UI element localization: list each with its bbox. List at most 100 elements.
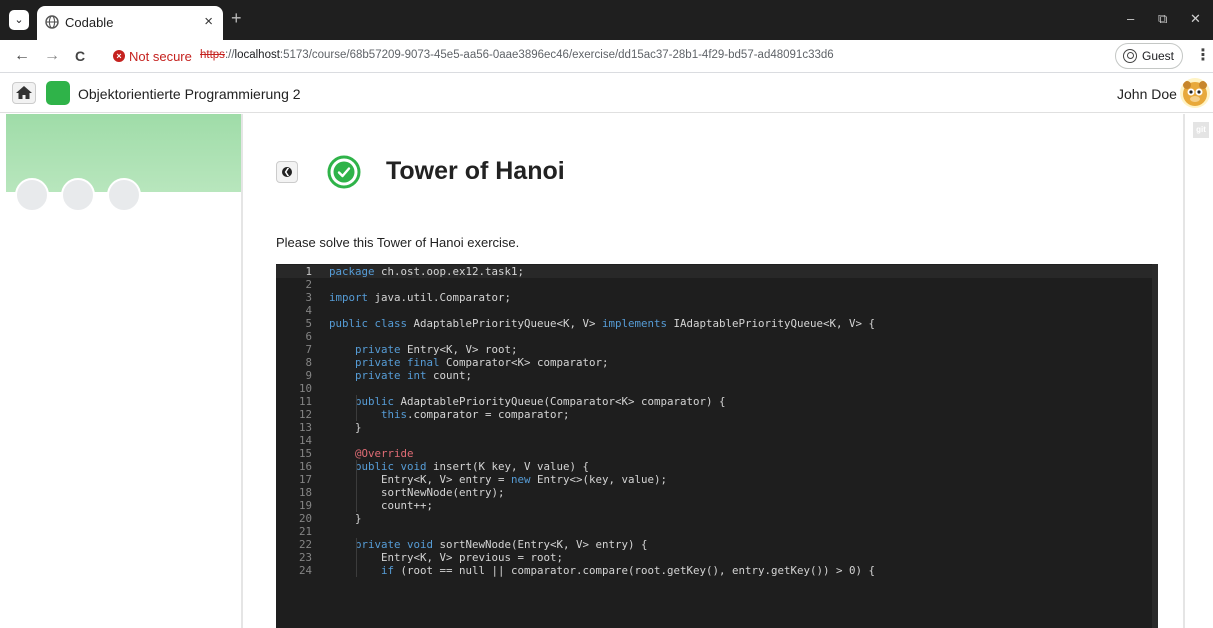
url-scheme: https (200, 49, 225, 61)
code-line[interactable]: 8 private final Comparator<K> comparator… (276, 356, 1152, 369)
line-number: 10 (298, 382, 312, 395)
url-separator: :// (224, 49, 235, 61)
line-number: 22 (298, 538, 312, 551)
code-line[interactable]: 15 @Override (276, 447, 1152, 460)
profile-label: Guest (1142, 49, 1175, 63)
code-text: private void sortNewNode(Entry<K, V> ent… (355, 538, 648, 551)
line-number: 23 (298, 551, 312, 564)
line-number: 6 (305, 330, 312, 343)
code-line[interactable]: 14 (276, 434, 1152, 447)
line-number: 13 (298, 421, 312, 434)
tab-close-icon[interactable]: × (204, 13, 213, 31)
sidebar-placeholder-avatar (15, 178, 49, 212)
line-number: 11 (298, 395, 312, 408)
restore-icon[interactable]: ⧉ (1158, 11, 1167, 27)
line-number: 21 (298, 525, 312, 538)
new-tab-button[interactable]: + (231, 8, 242, 28)
person-icon (1123, 49, 1137, 63)
code-text: private final Comparator<K> comparator; (355, 356, 609, 369)
line-number: 2 (305, 278, 312, 291)
line-number: 18 (298, 486, 312, 499)
forward-arrow-icon[interactable]: → (44, 47, 60, 65)
browser-menu-icon[interactable]: ⋮ (1195, 47, 1211, 65)
code-line[interactable]: 23 Entry<K, V> previous = root; (276, 551, 1152, 564)
code-text: count++; (329, 499, 434, 512)
editor-scrollbar[interactable] (1152, 264, 1158, 628)
avatar-image (1183, 81, 1207, 106)
line-number: 19 (298, 499, 312, 512)
code-line[interactable]: 18 sortNewNode(entry); (276, 486, 1152, 499)
code-line[interactable]: 7 private Entry<K, V> root; (276, 343, 1152, 356)
profile-button[interactable]: Guest (1115, 43, 1183, 69)
line-number: 14 (298, 434, 312, 447)
back-button[interactable]: ❮ (276, 161, 298, 183)
code-line[interactable]: 3 import java.util.Comparator; (276, 291, 1152, 304)
line-number: 8 (305, 356, 312, 369)
avatar[interactable] (1180, 78, 1210, 108)
line-number: 17 (298, 473, 312, 486)
browser-tab-strip: ⌄ Codable × + – ⧉ ✕ (0, 0, 1213, 40)
code-text: package ch.ost.oop.ex12.task1; (329, 265, 525, 278)
browser-tab[interactable]: Codable × (37, 6, 223, 40)
code-text: import java.util.Comparator; (329, 291, 512, 304)
code-line[interactable]: 22 private void sortNewNode(Entry<K, V> … (276, 538, 1152, 551)
browser-toolbar: ← → C × Not secure https://localhost:517… (0, 40, 1213, 73)
code-line[interactable]: 2 (276, 278, 1152, 291)
code-line[interactable]: 9 private int count; (276, 369, 1152, 382)
app-header: Objektorientierte Programmierung 2 John … (0, 74, 1213, 113)
close-window-icon[interactable]: ✕ (1190, 11, 1201, 27)
line-number: 16 (298, 460, 312, 473)
line-number: 7 (305, 343, 312, 356)
code-line[interactable]: 16 public void insert(K key, V value) { (276, 460, 1152, 473)
code-text: public void insert(K key, V value) { (355, 460, 590, 473)
indent-guide (356, 538, 357, 577)
exercise-title: Tower of Hanoi (386, 157, 565, 185)
code-line[interactable]: 6 (276, 330, 1152, 343)
home-button[interactable] (12, 82, 36, 104)
course-title[interactable]: Objektorientierte Programmierung 2 (78, 86, 301, 102)
home-icon (16, 86, 32, 99)
code-line[interactable]: 10 (276, 382, 1152, 395)
code-text: private Entry<K, V> root; (355, 343, 518, 356)
code-line[interactable]: 11 public AdaptablePriorityQueue(Compara… (276, 395, 1152, 408)
not-secure-icon[interactable]: × (113, 50, 125, 62)
line-number: 9 (305, 369, 312, 382)
code-line[interactable]: 21 (276, 525, 1152, 538)
back-arrow-icon[interactable]: ← (14, 47, 30, 65)
code-line[interactable]: 13 } (276, 421, 1152, 434)
line-number: 5 (305, 317, 312, 330)
code-line[interactable]: 12 this.comparator = comparator; (276, 408, 1152, 421)
code-text: private int count; (355, 369, 473, 382)
line-number: 4 (305, 304, 312, 317)
minimize-icon[interactable]: – (1127, 11, 1134, 27)
exercise-description: Please solve this Tower of Hanoi exercis… (276, 235, 520, 250)
reload-icon[interactable]: C (75, 47, 85, 65)
sidebar-placeholder-avatar (107, 178, 141, 212)
url-path: :5173/course/68b57209-9073-45e5-aa56-0aa… (279, 49, 834, 61)
code-line[interactable]: 4 (276, 304, 1152, 317)
user-name[interactable]: John Doe (1117, 86, 1177, 102)
security-status[interactable]: Not secure (129, 49, 192, 64)
code-text: Entry<K, V> previous = root; (329, 551, 564, 564)
code-line[interactable]: 5 public class AdaptablePriorityQueue<K, … (276, 317, 1152, 330)
sidebar-placeholder-avatar (61, 178, 95, 212)
globe-icon (45, 15, 59, 29)
tab-search-button[interactable]: ⌄ (9, 10, 29, 30)
line-number: 20 (298, 512, 312, 525)
code-editor[interactable]: 1 package ch.ost.oop.ex12.task1; 2 3 import … (276, 264, 1158, 628)
code-text: } (329, 421, 362, 434)
chevron-left-icon: ❮ (282, 167, 292, 177)
code-line[interactable]: 17 Entry<K, V> entry = new Entry<>(key, … (276, 473, 1152, 486)
course-logo[interactable] (46, 81, 70, 105)
code-line[interactable]: 20 } (276, 512, 1152, 525)
code-text: @Override (355, 447, 414, 460)
code-line[interactable]: 19 count++; (276, 499, 1152, 512)
code-line[interactable]: 24 if (root == null || comparator.compar… (276, 564, 1152, 577)
code-text: if (root == null || comparator.compare(r… (381, 564, 876, 577)
line-number: 3 (305, 291, 312, 304)
url-host: localhost (234, 49, 280, 61)
code-line[interactable]: 1 package ch.ost.oop.ex12.task1; (276, 265, 1152, 278)
address-bar[interactable]: https://localhost:5173/course/68b57209-9… (200, 49, 834, 61)
git-icon[interactable]: git (1193, 122, 1209, 138)
tab-title: Codable (65, 15, 114, 30)
